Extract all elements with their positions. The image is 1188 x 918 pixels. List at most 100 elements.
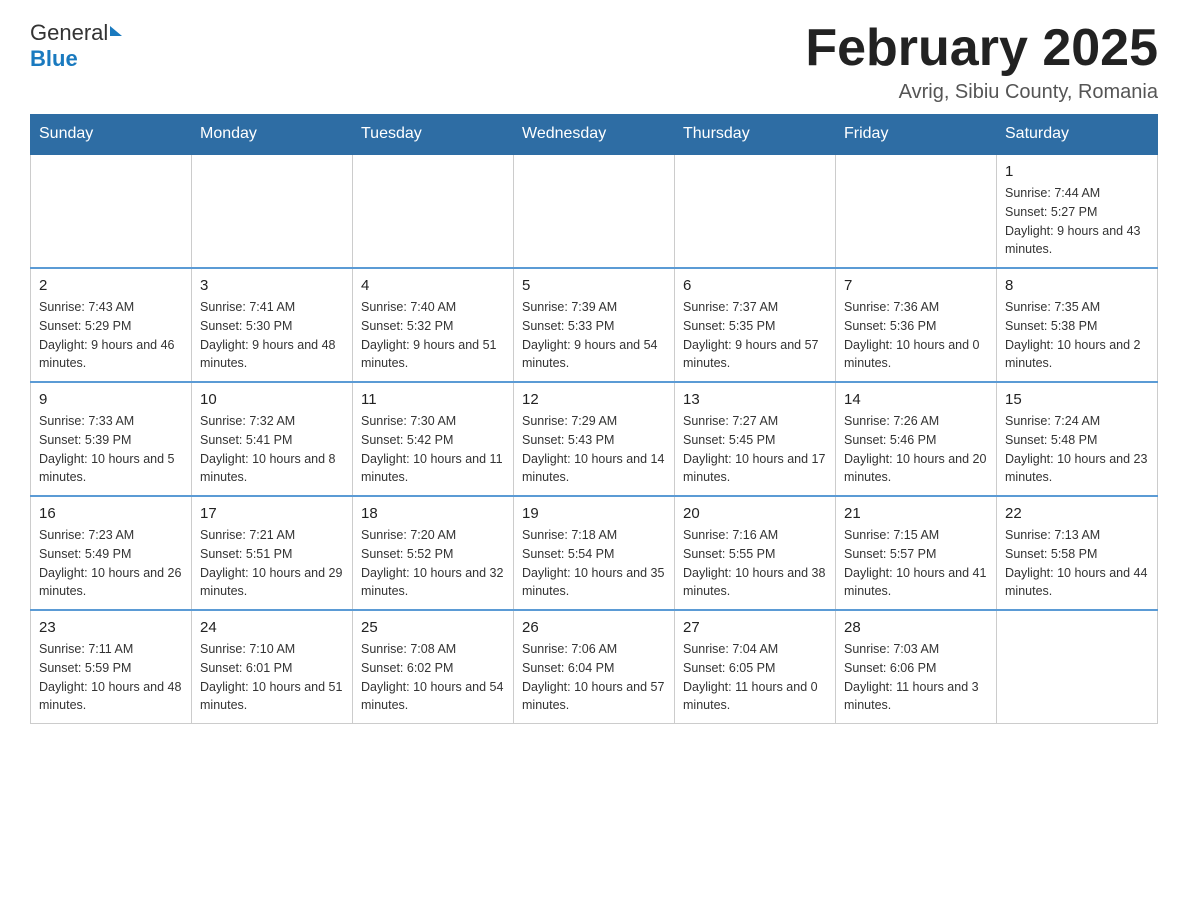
day-info: Sunrise: 7:06 AMSunset: 6:04 PMDaylight:… [522, 640, 666, 715]
day-number: 14 [844, 391, 988, 408]
calendar-cell [353, 154, 514, 268]
day-header-sunday: Sunday [31, 115, 192, 155]
day-number: 19 [522, 505, 666, 522]
day-header-saturday: Saturday [997, 115, 1158, 155]
calendar-cell: 16 Sunrise: 7:23 AMSunset: 5:49 PMDayligh… [31, 496, 192, 610]
day-number: 9 [39, 391, 183, 408]
day-info: Sunrise: 7:30 AMSunset: 5:42 PMDaylight:… [361, 412, 505, 487]
calendar-cell: 8 Sunrise: 7:35 AMSunset: 5:38 PMDaylight… [997, 268, 1158, 382]
day-number: 7 [844, 277, 988, 294]
day-number: 15 [1005, 391, 1149, 408]
day-number: 13 [683, 391, 827, 408]
day-info: Sunrise: 7:44 AMSunset: 5:27 PMDaylight:… [1005, 184, 1149, 259]
month-title: February 2025 [805, 20, 1158, 77]
calendar-cell: 14 Sunrise: 7:26 AMSunset: 5:46 PMDayligh… [836, 382, 997, 496]
day-number: 11 [361, 391, 505, 408]
calendar-cell: 24 Sunrise: 7:10 AMSunset: 6:01 PMDayligh… [192, 610, 353, 724]
logo-blue: Blue [30, 46, 78, 72]
calendar-cell: 23 Sunrise: 7:11 AMSunset: 5:59 PMDayligh… [31, 610, 192, 724]
day-number: 10 [200, 391, 344, 408]
logo: General Blue [30, 20, 122, 72]
day-info: Sunrise: 7:11 AMSunset: 5:59 PMDaylight:… [39, 640, 183, 715]
day-number: 17 [200, 505, 344, 522]
calendar-cell [675, 154, 836, 268]
calendar-cell: 13 Sunrise: 7:27 AMSunset: 5:45 PMDayligh… [675, 382, 836, 496]
calendar-cell: 15Sunrise: 7:24 AMSunset: 5:48 PMDayligh… [997, 382, 1158, 496]
day-number: 6 [683, 277, 827, 294]
day-info: Sunrise: 7:29 AMSunset: 5:43 PMDaylight:… [522, 412, 666, 487]
day-header-thursday: Thursday [675, 115, 836, 155]
day-number: 28 [844, 619, 988, 636]
day-number: 21 [844, 505, 988, 522]
day-info: Sunrise: 7:41 AMSunset: 5:30 PMDaylight:… [200, 298, 344, 373]
calendar-cell: 12 Sunrise: 7:29 AMSunset: 5:43 PMDayligh… [514, 382, 675, 496]
day-info: Sunrise: 7:08 AMSunset: 6:02 PMDaylight:… [361, 640, 505, 715]
calendar-table: SundayMondayTuesdayWednesdayThursdayFrid… [30, 114, 1158, 724]
calendar-cell: 21 Sunrise: 7:15 AMSunset: 5:57 PMDayligh… [836, 496, 997, 610]
day-number: 16 [39, 505, 183, 522]
page-header: General Blue February 2025 Avrig, Sibiu … [30, 20, 1158, 104]
day-info: Sunrise: 7:39 AMSunset: 5:33 PMDaylight:… [522, 298, 666, 373]
calendar-cell [836, 154, 997, 268]
calendar-cell: 18Sunrise: 7:20 AMSunset: 5:52 PMDayligh… [353, 496, 514, 610]
day-info: Sunrise: 7:04 AMSunset: 6:05 PMDaylight:… [683, 640, 827, 715]
calendar-week-5: 23 Sunrise: 7:11 AMSunset: 5:59 PMDayligh… [31, 610, 1158, 724]
calendar-cell: 2 Sunrise: 7:43 AMSunset: 5:29 PMDaylight… [31, 268, 192, 382]
calendar-cell: 17 Sunrise: 7:21 AMSunset: 5:51 PMDayligh… [192, 496, 353, 610]
day-number: 23 [39, 619, 183, 636]
day-number: 4 [361, 277, 505, 294]
location-subtitle: Avrig, Sibiu County, Romania [805, 81, 1158, 104]
calendar-cell [31, 154, 192, 268]
day-info: Sunrise: 7:40 AMSunset: 5:32 PMDaylight:… [361, 298, 505, 373]
day-info: Sunrise: 7:03 AMSunset: 6:06 PMDaylight:… [844, 640, 988, 715]
day-info: Sunrise: 7:21 AMSunset: 5:51 PMDaylight:… [200, 526, 344, 601]
day-info: Sunrise: 7:23 AMSunset: 5:49 PMDaylight:… [39, 526, 183, 601]
calendar-cell: 26 Sunrise: 7:06 AMSunset: 6:04 PMDayligh… [514, 610, 675, 724]
day-info: Sunrise: 7:13 AMSunset: 5:58 PMDaylight:… [1005, 526, 1149, 601]
calendar-week-4: 16 Sunrise: 7:23 AMSunset: 5:49 PMDayligh… [31, 496, 1158, 610]
day-info: Sunrise: 7:33 AMSunset: 5:39 PMDaylight:… [39, 412, 183, 487]
day-number: 8 [1005, 277, 1149, 294]
calendar-cell [514, 154, 675, 268]
day-number: 25 [361, 619, 505, 636]
calendar-cell: 4 Sunrise: 7:40 AMSunset: 5:32 PMDaylight… [353, 268, 514, 382]
day-info: Sunrise: 7:43 AMSunset: 5:29 PMDaylight:… [39, 298, 183, 373]
logo-general: General [30, 20, 108, 46]
day-info: Sunrise: 7:32 AMSunset: 5:41 PMDaylight:… [200, 412, 344, 487]
day-info: Sunrise: 7:26 AMSunset: 5:46 PMDaylight:… [844, 412, 988, 487]
calendar-week-1: 1 Sunrise: 7:44 AMSunset: 5:27 PMDaylight… [31, 154, 1158, 268]
calendar-cell: 22Sunrise: 7:13 AMSunset: 5:58 PMDayligh… [997, 496, 1158, 610]
calendar-cell: 9 Sunrise: 7:33 AMSunset: 5:39 PMDaylight… [31, 382, 192, 496]
calendar-cell: 20Sunrise: 7:16 AMSunset: 5:55 PMDayligh… [675, 496, 836, 610]
day-number: 24 [200, 619, 344, 636]
day-header-friday: Friday [836, 115, 997, 155]
day-info: Sunrise: 7:27 AMSunset: 5:45 PMDaylight:… [683, 412, 827, 487]
day-number: 2 [39, 277, 183, 294]
calendar-cell: 28 Sunrise: 7:03 AMSunset: 6:06 PMDayligh… [836, 610, 997, 724]
day-info: Sunrise: 7:35 AMSunset: 5:38 PMDaylight:… [1005, 298, 1149, 373]
calendar-cell: 19Sunrise: 7:18 AMSunset: 5:54 PMDayligh… [514, 496, 675, 610]
day-number: 18 [361, 505, 505, 522]
day-header-wednesday: Wednesday [514, 115, 675, 155]
calendar-cell: 11 Sunrise: 7:30 AMSunset: 5:42 PMDayligh… [353, 382, 514, 496]
calendar-cell: 27 Sunrise: 7:04 AMSunset: 6:05 PMDayligh… [675, 610, 836, 724]
calendar-week-2: 2 Sunrise: 7:43 AMSunset: 5:29 PMDaylight… [31, 268, 1158, 382]
calendar-cell: 3Sunrise: 7:41 AMSunset: 5:30 PMDaylight… [192, 268, 353, 382]
day-info: Sunrise: 7:10 AMSunset: 6:01 PMDaylight:… [200, 640, 344, 715]
day-number: 20 [683, 505, 827, 522]
calendar-cell: 7Sunrise: 7:36 AMSunset: 5:36 PMDaylight… [836, 268, 997, 382]
calendar-cell [997, 610, 1158, 724]
day-number: 12 [522, 391, 666, 408]
calendar-cell: 5 Sunrise: 7:39 AMSunset: 5:33 PMDaylight… [514, 268, 675, 382]
calendar-cell: 10 Sunrise: 7:32 AMSunset: 5:41 PMDayligh… [192, 382, 353, 496]
day-info: Sunrise: 7:15 AMSunset: 5:57 PMDaylight:… [844, 526, 988, 601]
title-block: February 2025 Avrig, Sibiu County, Roman… [805, 20, 1158, 104]
day-number: 1 [1005, 163, 1149, 180]
calendar-cell: 6Sunrise: 7:37 AMSunset: 5:35 PMDaylight… [675, 268, 836, 382]
calendar-cell: 1 Sunrise: 7:44 AMSunset: 5:27 PMDaylight… [997, 154, 1158, 268]
day-number: 26 [522, 619, 666, 636]
day-number: 5 [522, 277, 666, 294]
calendar-cell [192, 154, 353, 268]
calendar-cell: 25 Sunrise: 7:08 AMSunset: 6:02 PMDayligh… [353, 610, 514, 724]
day-number: 27 [683, 619, 827, 636]
